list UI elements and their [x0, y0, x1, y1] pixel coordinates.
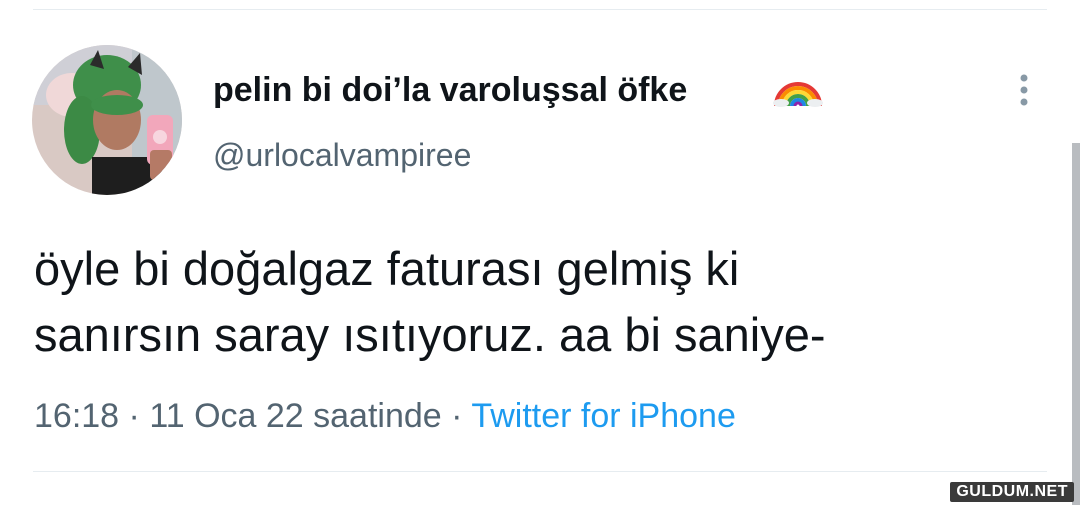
- tweet-time[interactable]: 16:18: [34, 397, 119, 435]
- user-handle[interactable]: @urlocalvampiree: [213, 136, 471, 174]
- top-divider: [33, 9, 1047, 10]
- tweet-source-link[interactable]: Twitter for iPhone: [471, 397, 736, 435]
- meta-separator: ·: [128, 397, 140, 435]
- tweet-text-line: sanırsın saray ısıtıyoruz. aa bi saniye-: [34, 308, 826, 361]
- bottom-divider: [33, 471, 1047, 472]
- display-name[interactable]: pelin bi doi’la varoluşsal öfke: [213, 70, 687, 110]
- avatar-photo: [32, 45, 182, 195]
- tweet-date[interactable]: 11 Oca 22 saatinde: [149, 397, 441, 435]
- tweet-text: öyle bi doğalgaz faturası gelmiş ki sanı…: [34, 236, 1044, 368]
- tweet-meta: 16:18 · 11 Oca 22 saatinde · Twitter for…: [34, 396, 736, 436]
- more-vertical-icon[interactable]: [1012, 72, 1036, 112]
- avatar[interactable]: [32, 45, 182, 195]
- scrollbar[interactable]: [1072, 143, 1080, 505]
- rainbow-icon: [773, 82, 823, 107]
- tweet-text-line: öyle bi doğalgaz faturası gelmiş ki: [34, 242, 740, 295]
- meta-separator: ·: [451, 397, 463, 435]
- watermark-logo: GULDUM.NET: [950, 482, 1074, 502]
